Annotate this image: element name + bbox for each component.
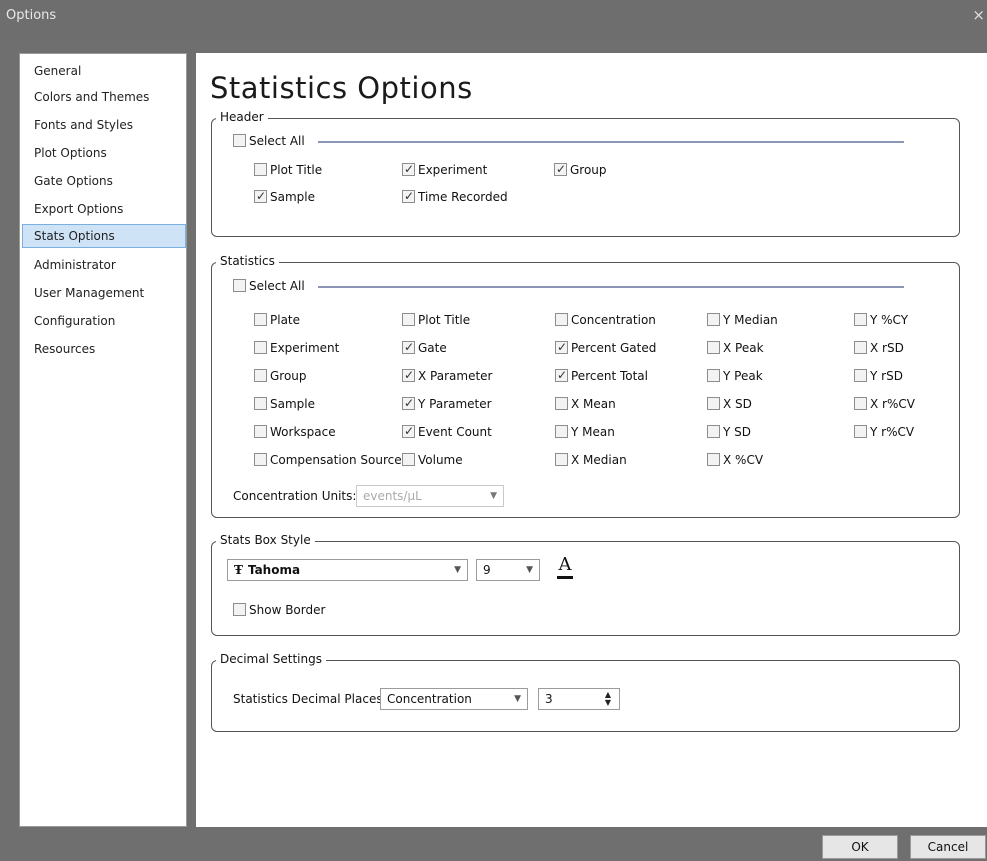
stat-x-median-checkbox[interactable]: X Median [555, 452, 627, 468]
sidebar-item-user-management[interactable]: User Management [22, 281, 186, 305]
statistics-select-all-checkbox[interactable]: Select All [233, 278, 305, 294]
page-title: Statistics Options [210, 71, 473, 105]
stat-percent-total-checkbox[interactable]: ✓ Percent Total [555, 368, 648, 384]
stat-percent-gated-checkbox[interactable]: ✓ Percent Gated [555, 340, 656, 356]
options-sidebar: General Colors and Themes Fonts and Styl… [19, 53, 187, 827]
stat-x-cv-checkbox[interactable]: X %CV [707, 452, 763, 468]
stat-group-checkbox[interactable]: Group [254, 368, 307, 384]
stat-x-parameter-checkbox[interactable]: ✓ X Parameter [402, 368, 492, 384]
stat-plot-title-checkbox[interactable]: Plot Title [402, 312, 470, 328]
font-family-select[interactable]: Ŧ Tahoma ▼ [227, 559, 468, 581]
header-sample-checkbox[interactable]: ✓ Sample [254, 189, 315, 205]
sidebar-item-administrator[interactable]: Administrator [22, 253, 186, 277]
header-group: Header Select All Plot Title ✓ Experiment… [211, 110, 960, 237]
stat-compensation-source-checkbox[interactable]: Compensation Source [254, 452, 402, 468]
font-icon: Ŧ [234, 563, 243, 577]
stat-x-rsd-checkbox[interactable]: X rSD [854, 340, 904, 356]
check-icon: ✓ [404, 424, 415, 438]
stat-x-mean-checkbox[interactable]: X Mean [555, 396, 616, 412]
check-icon: ✓ [404, 189, 415, 203]
sidebar-item-stats-options[interactable]: Stats Options [22, 224, 186, 248]
divider [318, 141, 904, 143]
stat-event-count-checkbox[interactable]: ✓ Event Count [402, 424, 492, 440]
decimal-places-label: Statistics Decimal Places: [233, 692, 387, 706]
check-icon: ✓ [557, 368, 568, 382]
spin-down-icon[interactable]: ▼ [605, 699, 611, 707]
font-size-select[interactable]: 9 ▼ [476, 559, 540, 581]
header-time-recorded-checkbox[interactable]: ✓ Time Recorded [402, 189, 508, 205]
font-color-swatch [557, 576, 573, 579]
window-title: Options [6, 8, 57, 23]
stats-box-style-group: Stats Box Style Ŧ Tahoma ▼ 9 ▼ A Show Bor… [211, 533, 960, 636]
stat-y-rcv-checkbox[interactable]: Y r%CV [854, 424, 914, 440]
stat-concentration-checkbox[interactable]: Concentration [555, 312, 656, 328]
stat-workspace-checkbox[interactable]: Workspace [254, 424, 336, 440]
statistics-group-legend: Statistics [216, 254, 279, 268]
stat-gate-checkbox[interactable]: ✓ Gate [402, 340, 447, 356]
stats-box-style-legend: Stats Box Style [216, 533, 315, 547]
decimal-settings-group: Decimal Settings Statistics Decimal Plac… [211, 652, 960, 732]
stat-y-mean-checkbox[interactable]: Y Mean [555, 424, 615, 440]
check-icon: ✓ [404, 396, 415, 410]
header-experiment-checkbox[interactable]: ✓ Experiment [402, 162, 487, 178]
header-group-legend: Header [216, 110, 268, 124]
chevron-down-icon: ▼ [490, 491, 497, 501]
header-group-checkbox[interactable]: ✓ Group [554, 162, 607, 178]
stat-x-sd-checkbox[interactable]: X SD [707, 396, 752, 412]
sidebar-item-plot-options[interactable]: Plot Options [22, 141, 186, 165]
stat-y-parameter-checkbox[interactable]: ✓ Y Parameter [402, 396, 492, 412]
sidebar-item-fonts-and-styles[interactable]: Fonts and Styles [22, 113, 186, 137]
stat-y-rsd-checkbox[interactable]: Y rSD [854, 368, 903, 384]
sidebar-item-general[interactable]: General [22, 59, 186, 83]
check-icon: ✓ [404, 340, 415, 354]
stats-options-panel: Statistics Options Header Select All Plo… [196, 53, 987, 827]
stat-x-peak-checkbox[interactable]: X Peak [707, 340, 764, 356]
stat-y-peak-checkbox[interactable]: Y Peak [707, 368, 763, 384]
chevron-down-icon: ▼ [526, 565, 533, 575]
decimal-places-spinner[interactable]: 3 ▲ ▼ [538, 688, 620, 710]
statistics-group: Statistics Select All Plate Experiment G… [211, 254, 960, 518]
sidebar-item-resources[interactable]: Resources [22, 337, 186, 361]
close-icon[interactable]: × [972, 6, 985, 24]
stat-sample-checkbox[interactable]: Sample [254, 396, 315, 412]
cancel-button[interactable]: Cancel [910, 835, 986, 859]
stat-y-cv-checkbox[interactable]: Y %CY [854, 312, 908, 328]
sidebar-item-export-options[interactable]: Export Options [22, 197, 186, 221]
stat-x-rcv-checkbox[interactable]: X r%CV [854, 396, 915, 412]
chevron-down-icon: ▼ [514, 694, 521, 704]
header-select-all-checkbox[interactable]: Select All [233, 133, 305, 149]
stat-y-median-checkbox[interactable]: Y Median [707, 312, 778, 328]
sidebar-item-gate-options[interactable]: Gate Options [22, 169, 186, 193]
concentration-units-select[interactable]: events/μL ▼ [356, 485, 504, 507]
decimal-type-select[interactable]: Concentration ▼ [380, 688, 528, 710]
check-icon: ✓ [557, 340, 568, 354]
divider [318, 286, 904, 288]
sidebar-item-colors-and-themes[interactable]: Colors and Themes [22, 85, 186, 109]
check-icon: ✓ [556, 162, 567, 176]
stat-experiment-checkbox[interactable]: Experiment [254, 340, 339, 356]
decimal-settings-legend: Decimal Settings [216, 652, 326, 666]
chevron-down-icon: ▼ [454, 565, 461, 575]
stat-volume-checkbox[interactable]: Volume [402, 452, 463, 468]
font-color-button[interactable]: A [554, 555, 576, 579]
header-plot-title-checkbox[interactable]: Plot Title [254, 162, 322, 178]
stat-plate-checkbox[interactable]: Plate [254, 312, 300, 328]
check-icon: ✓ [404, 162, 415, 176]
ok-button[interactable]: OK [822, 835, 898, 859]
stat-y-sd-checkbox[interactable]: Y SD [707, 424, 751, 440]
concentration-units-label: Concentration Units: [233, 489, 357, 503]
sidebar-item-configuration[interactable]: Configuration [22, 309, 186, 333]
check-icon: ✓ [256, 189, 267, 203]
check-icon: ✓ [404, 368, 415, 382]
show-border-checkbox[interactable]: Show Border [233, 602, 325, 618]
window-titlebar: Options × [0, 0, 987, 40]
font-color-icon: A [558, 554, 572, 575]
